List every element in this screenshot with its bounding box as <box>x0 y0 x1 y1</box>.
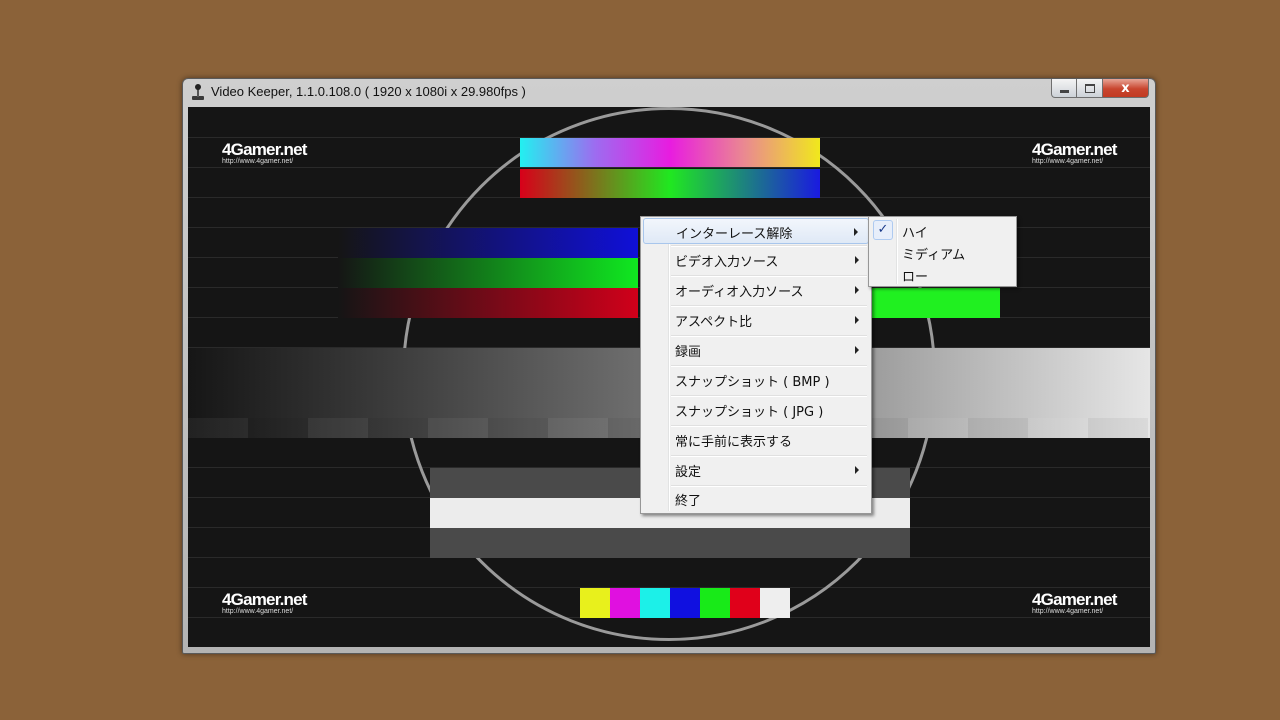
menu-item-label: 終了 <box>675 494 702 509</box>
menu-item-snapshot-bmp[interactable]: スナップショット ( BMP ) <box>643 367 869 393</box>
logo-bottom-right: 4Gamer.net http://www.4gamer.net/ <box>1032 591 1117 616</box>
menu-item-label: スナップショット ( BMP ) <box>675 375 830 390</box>
submenu-arrow-icon <box>855 316 859 324</box>
swatch-blue <box>670 588 700 618</box>
logo-text: 4Gamer.net <box>222 140 307 159</box>
menu-item-audio-source[interactable]: オーディオ入力ソース <box>643 277 869 303</box>
check-icon: ✓ <box>873 220 893 240</box>
submenu-item-label: ミディアム <box>902 248 966 263</box>
submenu-item-label: ロー <box>902 270 929 285</box>
menu-item-label: スナップショット ( JPG ) <box>675 405 824 420</box>
swatch-yellow <box>580 588 610 618</box>
menu-separator <box>671 275 867 276</box>
logo-bottom-left: 4Gamer.net http://www.4gamer.net/ <box>222 591 307 616</box>
red-fade-bar <box>338 288 638 318</box>
menu-separator <box>671 455 867 456</box>
window-title: Video Keeper, 1.1.0.108.0 ( 1920 x 1080i… <box>211 84 526 99</box>
window-controls: x <box>1051 79 1149 99</box>
swatch-magenta <box>610 588 640 618</box>
menu-item-settings[interactable]: 設定 <box>643 457 869 483</box>
logo-url: http://www.4gamer.net/ <box>222 608 294 615</box>
menu-separator <box>671 245 867 246</box>
menu-item-aspect-ratio[interactable]: アスペクト比 <box>643 307 869 333</box>
menu-item-label: アスペクト比 <box>675 315 753 330</box>
green-bar-right <box>872 288 1000 318</box>
logo-url: http://www.4gamer.net/ <box>1032 608 1104 615</box>
color-gradient-bar-top <box>520 138 820 167</box>
menu-item-label: オーディオ入力ソース <box>675 285 804 300</box>
submenu-arrow-icon <box>855 286 859 294</box>
minimize-button[interactable] <box>1051 79 1077 98</box>
menu-item-label: 録画 <box>675 345 702 360</box>
menu-item-exit[interactable]: 終了 <box>643 486 869 512</box>
close-button[interactable]: x <box>1103 79 1149 98</box>
menu-item-deinterlace[interactable]: インターレース解除 <box>643 218 869 244</box>
color-swatches <box>580 588 790 618</box>
submenu-arrow-icon <box>855 346 859 354</box>
deinterlace-submenu: ✓ ハイ ミディアム ロー <box>868 216 1017 287</box>
menu-item-label: 常に手前に表示する <box>675 435 793 450</box>
menu-separator <box>671 425 867 426</box>
menu-separator <box>671 395 867 396</box>
green-fade-bar <box>338 258 638 288</box>
menu-separator <box>671 335 867 336</box>
menu-item-label: ビデオ入力ソース <box>675 255 779 270</box>
context-menu: インターレース解除 ビデオ入力ソース オーディオ入力ソース アスペクト比 録画 … <box>640 216 872 514</box>
menu-item-label: インターレース解除 <box>676 227 793 242</box>
close-icon: x <box>1121 80 1130 96</box>
submenu-arrow-icon <box>854 228 858 236</box>
logo-text: 4Gamer.net <box>1032 140 1117 159</box>
logo-text: 4Gamer.net <box>1032 590 1117 609</box>
swatch-green <box>700 588 730 618</box>
submenu-arrow-icon <box>855 466 859 474</box>
menu-item-video-source[interactable]: ビデオ入力ソース <box>643 247 869 273</box>
logo-url: http://www.4gamer.net/ <box>1032 158 1104 165</box>
menu-item-record[interactable]: 録画 <box>643 337 869 363</box>
maximize-icon <box>1084 83 1095 93</box>
submenu-item-high[interactable]: ✓ ハイ <box>871 219 1014 241</box>
joystick-icon <box>192 84 204 100</box>
minimize-icon <box>1059 89 1069 93</box>
maximize-button[interactable] <box>1077 79 1103 98</box>
logo-top-right: 4Gamer.net http://www.4gamer.net/ <box>1032 141 1117 166</box>
title-bar[interactable]: Video Keeper, 1.1.0.108.0 ( 1920 x 1080i… <box>183 79 1155 107</box>
submenu-item-medium[interactable]: ミディアム <box>871 241 1014 263</box>
logo-text: 4Gamer.net <box>222 590 307 609</box>
menu-item-snapshot-jpg[interactable]: スナップショット ( JPG ) <box>643 397 869 423</box>
color-gradient-bar-second <box>520 169 820 198</box>
logo-top-left: 4Gamer.net http://www.4gamer.net/ <box>222 141 307 166</box>
logo-url: http://www.4gamer.net/ <box>222 158 294 165</box>
swatch-red <box>730 588 760 618</box>
submenu-item-label: ハイ <box>902 226 928 241</box>
swatch-white <box>760 588 790 618</box>
menu-item-always-on-top[interactable]: 常に手前に表示する <box>643 427 869 453</box>
blue-fade-bar <box>338 228 638 258</box>
submenu-item-low[interactable]: ロー <box>871 263 1014 285</box>
gray-bar-dark-bottom <box>430 528 910 558</box>
menu-item-label: 設定 <box>675 465 702 480</box>
menu-separator <box>671 365 867 366</box>
submenu-arrow-icon <box>855 256 859 264</box>
swatch-cyan <box>640 588 670 618</box>
menu-separator <box>671 305 867 306</box>
